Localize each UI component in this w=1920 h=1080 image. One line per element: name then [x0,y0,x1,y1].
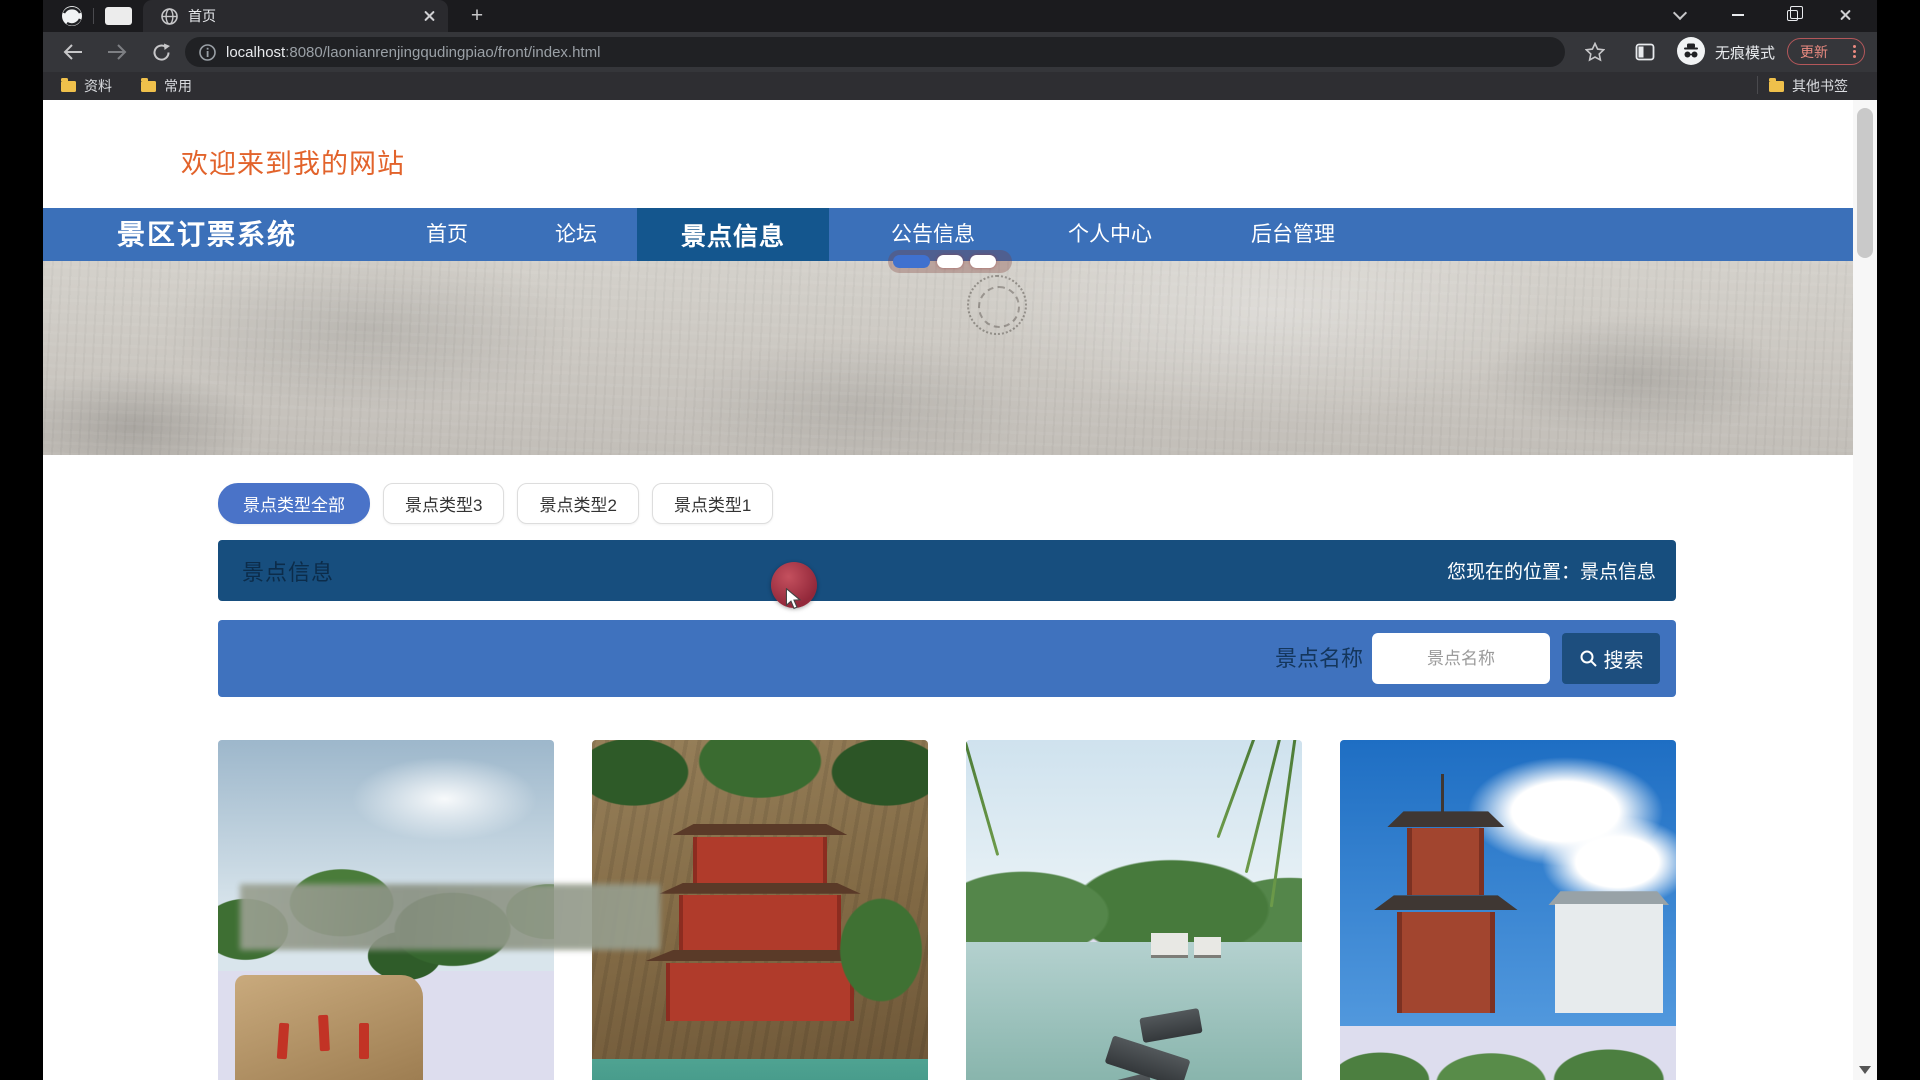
search-input[interactable] [1372,633,1550,684]
folder-icon [1769,81,1784,92]
filter-type-2[interactable]: 景点类型2 [517,483,638,524]
type-filter-group: 景点类型全部 景点类型3 景点类型2 景点类型1 [218,483,773,524]
address-bar[interactable]: localhost:8080/laonianrenjingqudingpiao/… [185,37,1565,67]
other-bookmarks[interactable]: 其他书签 [1769,76,1848,96]
reload-icon[interactable] [147,39,175,65]
back-icon[interactable] [59,39,87,65]
tab-search-chevron-icon[interactable] [1665,6,1695,26]
mouse-cursor [771,562,817,608]
carousel-dot-1-active[interactable] [893,255,930,268]
scenic-card-3[interactable] [966,740,1302,1080]
page-scrollbar[interactable] [1853,100,1877,1080]
nav-item-scenic-info-active[interactable]: 景点信息 [637,208,829,261]
side-panel-icon[interactable] [1631,39,1659,65]
scenic-image-pavilion [1340,740,1676,1080]
site-brand[interactable]: 景区订票系统 [117,208,297,261]
letterbox-left [0,0,43,1080]
filter-type-all[interactable]: 景点类型全部 [218,483,370,524]
incognito-mode-label: 无痕模式 [1715,42,1775,63]
scrollbar-thumb[interactable] [1857,108,1873,258]
nav-item-forum[interactable]: 论坛 [555,208,597,261]
section-title: 景点信息 [242,555,334,587]
pinned-tab[interactable] [105,7,132,25]
letterbox-right [1877,0,1920,1080]
breadcrumb[interactable]: 您现在的位置：景点信息 [1447,557,1656,584]
filter-type-3[interactable]: 景点类型3 [383,483,504,524]
section-title-bar: 景点信息 您现在的位置：景点信息 [218,540,1676,601]
search-button-label: 搜索 [1604,644,1644,673]
welcome-heading: 欢迎来到我的网站 [181,142,405,181]
pavilion-spire [1441,774,1444,816]
incognito-icon [1677,37,1705,65]
window-minimize-button[interactable] [1715,0,1761,30]
magnifier-icon [1579,649,1598,668]
nav-item-personal-center[interactable]: 个人中心 [1068,208,1152,261]
update-label: 更新 [1800,42,1828,62]
carousel-dot-2[interactable] [937,255,963,268]
tab-title: 首页 [188,6,422,26]
screen: 首页 + localhost:8080/laonianrenjingquding… [0,0,1920,1080]
browser-menu-kebab-icon[interactable] [1853,50,1856,53]
folder-icon [141,81,156,92]
tab-close-icon[interactable] [422,8,438,24]
tab-separator [93,8,94,24]
search-button[interactable]: 搜索 [1562,633,1660,684]
web-page: 欢迎来到我的网站 景区订票系统 首页 论坛 景点信息 公告信息 个人中心 后台管… [43,100,1853,1080]
new-tab-button[interactable]: + [463,3,491,29]
search-bar: 景点名称 搜索 [218,620,1676,697]
tab-favicon-globe-icon [161,8,178,25]
scroll-down-arrow-icon[interactable] [1859,1066,1871,1074]
window-restore-button[interactable] [1769,0,1815,30]
nav-item-home[interactable]: 首页 [426,208,468,261]
scenic-card-4[interactable] [1340,740,1676,1080]
bookmarks-bar: 资料 常用 其他书签 [43,72,1877,100]
carousel-indicators [888,250,1012,273]
url-text: localhost:8080/laonianrenjingqudingpiao/… [226,44,600,61]
bookmark-folder-changyong[interactable]: 常用 [141,76,192,96]
censor-blur-strip [240,884,660,950]
bookmark-folder-ziliao[interactable]: 资料 [61,76,112,96]
browser-logo-icon[interactable] [61,5,83,27]
update-button[interactable]: 更新 [1787,38,1865,65]
search-field-label: 景点名称 [1275,620,1363,697]
active-tab[interactable]: 首页 [143,0,448,32]
tab-strip: 首页 + [43,0,1877,32]
forward-icon[interactable] [103,39,131,65]
carousel-dot-3[interactable] [970,255,996,268]
browser-toolbar: localhost:8080/laonianrenjingqudingpiao/… [43,32,1877,72]
filter-type-1[interactable]: 景点类型1 [652,483,773,524]
nav-item-admin[interactable]: 后台管理 [1251,208,1335,261]
scenic-image-lake-pier [966,740,1302,1080]
bookmarks-divider [1757,76,1758,94]
hero-banner [43,261,1853,455]
bookmark-star-icon[interactable] [1581,39,1609,65]
folder-icon [61,81,76,92]
browser-window: 首页 + localhost:8080/laonianrenjingquding… [43,0,1877,1080]
page-info-icon[interactable] [199,44,216,61]
banner-ornament [967,275,1027,335]
window-close-button[interactable] [1823,0,1869,30]
